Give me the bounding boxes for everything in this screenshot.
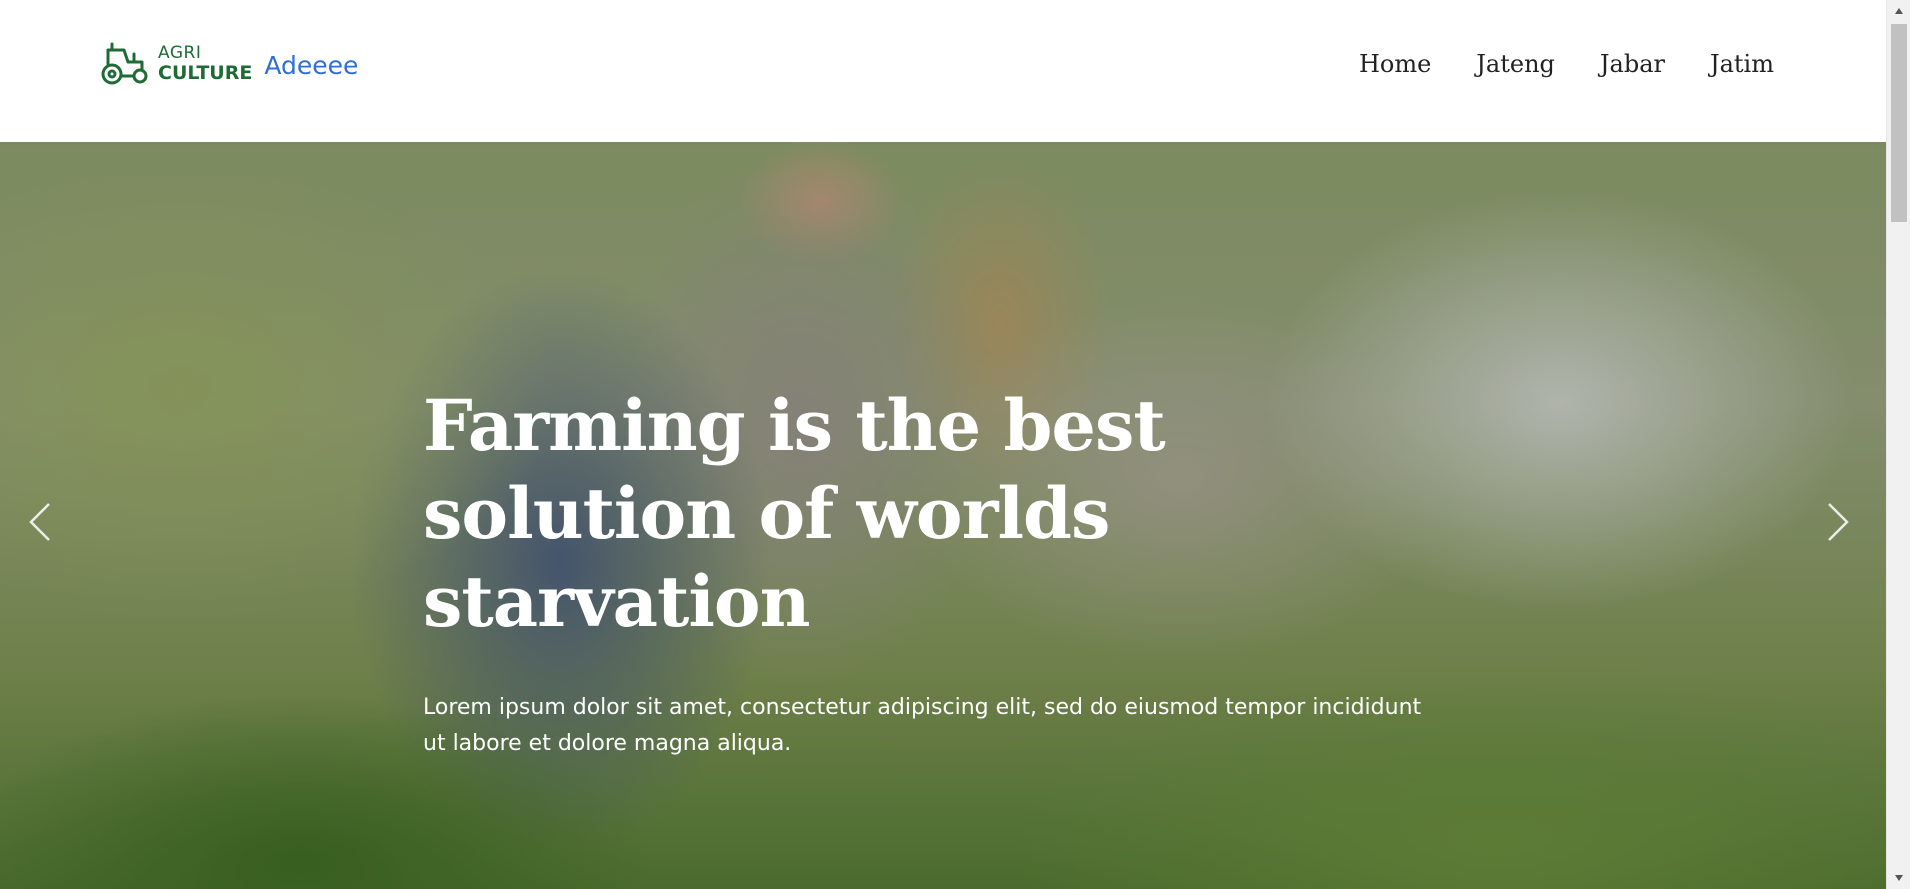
chevron-right-icon [1828,503,1849,541]
triangle-up-icon [1895,8,1903,14]
nav-item-jateng[interactable]: Jateng [1476,50,1555,78]
chevron-left-icon [29,503,50,541]
carousel-prev-button[interactable] [20,492,60,552]
vertical-scrollbar[interactable] [1886,0,1910,889]
triangle-down-icon [1895,875,1903,881]
tractor-icon [101,42,148,85]
brand-name: Adeeee [264,50,359,80]
nav-item-jatim[interactable]: Jatim [1710,50,1774,78]
site-header: AGRI CULTURE Adeeee Home Jateng Jabar Ja… [0,0,1886,142]
hero-content: Farming is the best solution of worlds s… [423,382,1443,762]
page: AGRI CULTURE Adeeee Home Jateng Jabar Ja… [0,0,1886,889]
scrollbar-thumb[interactable] [1891,24,1907,222]
logo-line-culture: CULTURE [158,62,253,84]
hero-title: Farming is the best solution of worlds s… [423,384,1166,643]
nav-item-home[interactable]: Home [1359,50,1431,78]
scroll-up-button[interactable] [1887,0,1910,22]
hero-carousel: Farming is the best solution of worlds s… [0,142,1886,889]
nav-item-jabar[interactable]: Jabar [1600,50,1665,78]
main-nav: Home Jateng Jabar Jatim [1359,50,1774,78]
scroll-down-button[interactable] [1887,867,1910,889]
brand-logo-link[interactable]: AGRI CULTURE Adeeee [100,42,358,86]
hero-description: Lorem ipsum dolor sit amet, consectetur … [423,695,1422,756]
logo-text: AGRI CULTURE [158,45,252,83]
carousel-next-button[interactable] [1818,492,1858,552]
logo-line-agri: AGRI [158,43,202,63]
